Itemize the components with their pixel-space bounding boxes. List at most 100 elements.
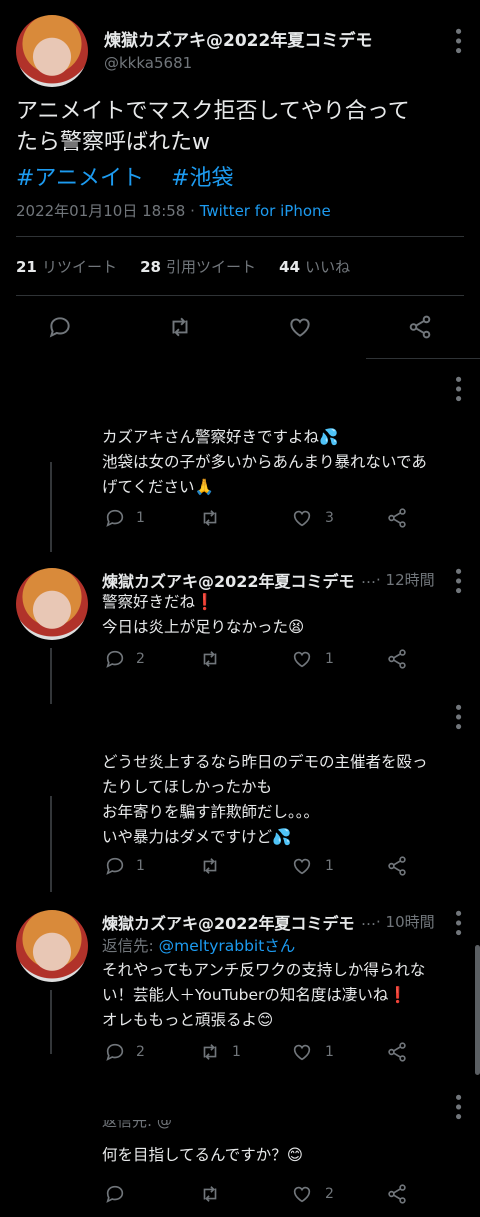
reply-3-line: いや暴力はダメですけど💦 — [102, 828, 292, 846]
reply-2-line: 警察好きだね❗ — [102, 593, 215, 611]
more-options-icon[interactable]: ••• — [447, 374, 468, 403]
like-count: 3 — [325, 510, 334, 526]
share-icon — [388, 508, 406, 528]
share-button[interactable] — [386, 855, 408, 877]
reply-4-line: オレももっと頑張るよ😊 — [102, 1011, 274, 1029]
reply-button[interactable] — [104, 1183, 126, 1205]
heart-icon — [293, 858, 311, 875]
reply-to: 返信先: @meltyrabbitさん — [102, 934, 295, 956]
tweet-text-line-1: アニメイトでマスク拒否してやり合って — [16, 99, 410, 124]
hashtag-ikebukuro[interactable]: #池袋 — [171, 166, 233, 191]
retweet-icon — [203, 858, 217, 874]
retweets-label[interactable]: リツイート — [42, 258, 117, 276]
reply-3-line: お年寄りを騙す詐欺師だし。。。 — [102, 803, 320, 821]
reply-icon — [106, 650, 124, 668]
share-button[interactable] — [386, 1041, 408, 1063]
reply-icon — [106, 1043, 124, 1061]
tweet-source[interactable]: Twitter for iPhone — [200, 202, 331, 220]
reply-3-line: たりしてほしかったかも — [102, 778, 273, 796]
thread-line — [50, 648, 52, 704]
reply-icon — [106, 857, 124, 875]
like-count: 1 — [325, 1044, 334, 1060]
share-button[interactable] — [386, 1183, 408, 1205]
divider — [366, 358, 480, 359]
quotes-label[interactable]: 引用ツイート — [166, 258, 256, 276]
like-button[interactable]: 1 — [291, 1041, 334, 1063]
retweet-button[interactable] — [198, 855, 222, 877]
reply-4-author-name[interactable]: 煉獄カズアキ@2022年夏コミデモ — [102, 910, 355, 934]
retweet-icon — [172, 317, 188, 337]
author-avatar[interactable] — [16, 568, 88, 640]
more-options-icon[interactable]: ••• — [447, 908, 468, 937]
tweet-date[interactable]: 2022年01月10日 18:58 — [16, 202, 185, 220]
reply-4-ellipsis: … — [361, 911, 376, 929]
tweet-text-line-2: たら警察呼ばれたw — [16, 130, 210, 155]
share-icon — [388, 649, 406, 669]
scrollbar-thumb[interactable] — [475, 945, 480, 1075]
retweet-icon — [203, 651, 217, 667]
reply-5-line: 何を目指してるんですか？😊 — [102, 1146, 303, 1164]
share-button[interactable] — [386, 507, 408, 529]
heart-icon — [293, 510, 311, 527]
reply-icon — [49, 317, 70, 338]
reply-count: 1 — [136, 510, 145, 526]
thread-line — [50, 796, 52, 892]
share-button[interactable] — [407, 314, 433, 340]
retweet-button[interactable]: 1 — [198, 1041, 241, 1063]
retweets-count[interactable]: 21 — [16, 258, 37, 276]
reply-button[interactable] — [47, 314, 73, 340]
like-button[interactable]: 1 — [291, 648, 334, 670]
share-button[interactable] — [386, 648, 408, 670]
reply-count: 1 — [136, 858, 145, 874]
heart-icon — [293, 651, 311, 668]
more-options-icon[interactable]: ••• — [447, 1092, 468, 1121]
like-count: 1 — [325, 858, 334, 874]
reply-button[interactable]: 1 — [104, 855, 145, 877]
like-count: 2 — [325, 1186, 334, 1202]
share-icon — [388, 856, 406, 876]
author-avatar[interactable] — [16, 15, 88, 87]
reply-1-text: カズアキさん警察好きですよね💦 池袋は女の子が多いからあんまり暴れないであ げて… — [102, 425, 472, 500]
retweet-icon — [203, 510, 217, 526]
reply-4-time[interactable]: · 10時間 — [376, 911, 435, 932]
share-icon — [388, 1184, 406, 1204]
reply-4-line: それやってもアンチ反ワクの支持しか得られな — [102, 961, 426, 979]
divider — [16, 295, 464, 296]
reply-count: 2 — [136, 651, 145, 667]
retweet-icon — [203, 1186, 217, 1202]
heart-icon — [290, 318, 310, 337]
reply-1-line: 池袋は女の子が多いからあんまり暴れないであ — [102, 453, 427, 471]
reply-3-text: どうせ炎上するなら昨日のデモの主催者を殴っ たりしてほしかったかも お年寄りを騙… — [102, 750, 474, 850]
author-handle[interactable]: @kkka5681 — [104, 54, 192, 72]
reply-button[interactable]: 1 — [104, 507, 145, 529]
reply-button[interactable]: 2 — [104, 1041, 145, 1063]
retweet-icon — [203, 1044, 217, 1060]
tweet-meta: 2022年01月10日 18:58 · Twitter for iPhone — [16, 200, 331, 221]
reply-2-text: 警察好きだね❗ 今日は炎上が足りなかった😫 — [102, 590, 472, 640]
retweet-count: 1 — [232, 1044, 241, 1060]
like-button[interactable] — [287, 314, 313, 340]
hashtag-animate[interactable]: #アニメイト — [16, 166, 144, 191]
like-button[interactable]: 3 — [291, 507, 334, 529]
more-options-icon[interactable]: ••• — [447, 26, 468, 55]
reply-2-ellipsis: … — [361, 569, 376, 587]
reply-2-author-name[interactable]: 煉獄カズアキ@2022年夏コミデモ — [102, 568, 355, 592]
like-button[interactable]: 1 — [291, 855, 334, 877]
likes-count[interactable]: 44 — [279, 258, 300, 276]
more-options-icon[interactable]: ••• — [447, 702, 468, 731]
tweet-text: アニメイトでマスク拒否してやり合って たら警察呼ばれたw — [16, 96, 476, 158]
reply-to-user[interactable]: @meltyrabbitさん — [159, 937, 296, 955]
like-button[interactable]: 2 — [291, 1183, 334, 1205]
quotes-count[interactable]: 28 — [140, 258, 161, 276]
likes-label[interactable]: いいね — [305, 258, 350, 276]
retweet-button[interactable] — [198, 507, 222, 529]
retweet-button[interactable] — [198, 648, 222, 670]
partial-reply-to: 返信先: @ — [102, 1120, 172, 1130]
author-avatar[interactable] — [16, 910, 88, 982]
retweet-button[interactable] — [198, 1183, 222, 1205]
retweet-button[interactable] — [166, 314, 194, 340]
reply-button[interactable]: 2 — [104, 648, 145, 670]
author-name[interactable]: 煉獄カズアキ@2022年夏コミデモ — [104, 26, 372, 51]
thread-line — [50, 462, 52, 552]
reply-2-time[interactable]: · 12時間 — [376, 569, 435, 590]
